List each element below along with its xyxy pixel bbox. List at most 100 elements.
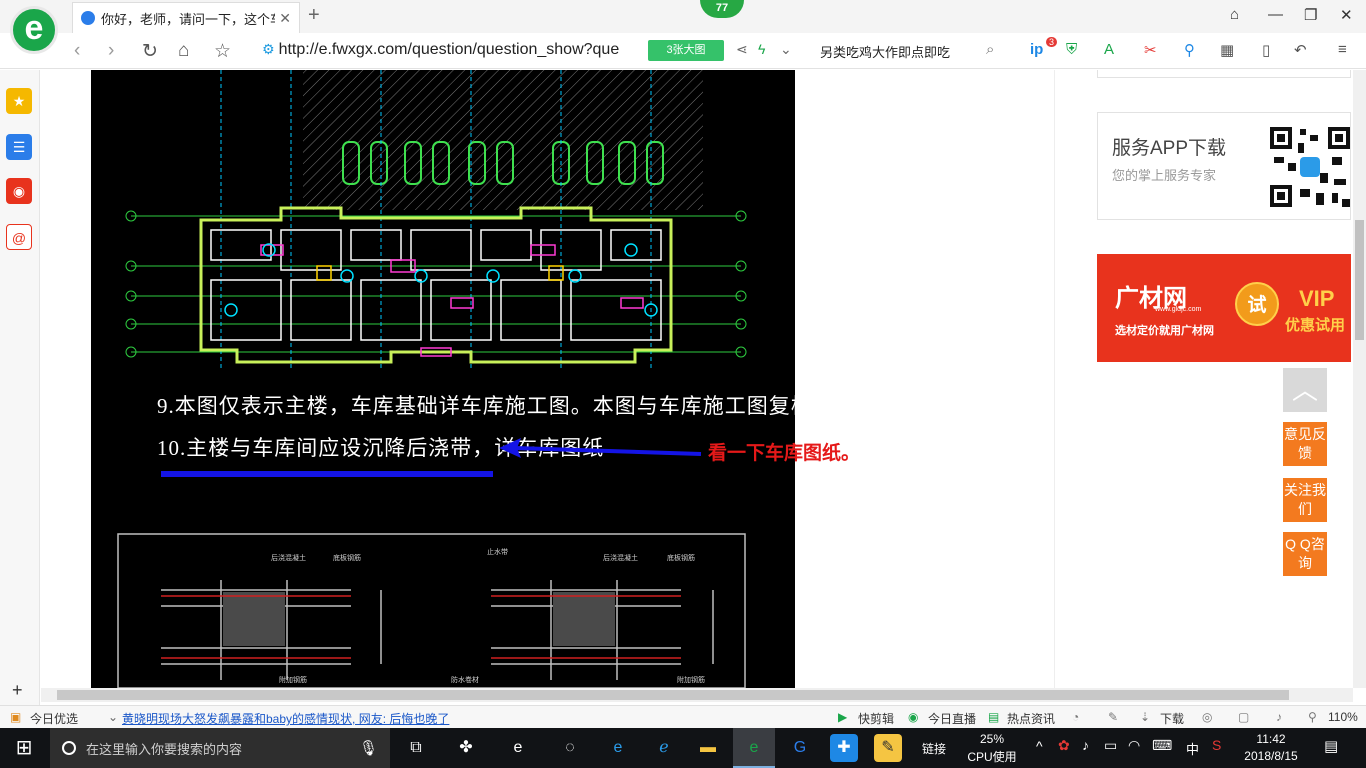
quick-clip-link[interactable]: 快剪辑 <box>858 710 894 727</box>
new-tab-button[interactable]: + <box>308 4 320 27</box>
fan-app-icon[interactable]: ✤ <box>452 734 480 762</box>
magnifier-icon[interactable]: ⚲ <box>1184 41 1195 59</box>
download-link[interactable]: 下载 <box>1160 710 1184 727</box>
ad-vip-label: VIP <box>1299 286 1335 311</box>
cad-note-9: 9.本图仅表示主楼，车库基础详车库施工图。本图与车库施工图复核无误后方可施工。 <box>157 394 795 418</box>
ime-indicator[interactable]: 中 <box>1186 739 1199 758</box>
wifi-icon[interactable]: ◠ <box>1128 737 1140 754</box>
link-label[interactable]: 链接 <box>922 740 946 757</box>
tools-icon[interactable]: ✎ <box>1108 710 1118 724</box>
extension-ip-icon[interactable]: ip <box>1030 41 1043 58</box>
score-badge[interactable]: 77 <box>700 0 744 18</box>
shirt-skin-icon[interactable]: ⌂ <box>1230 6 1239 23</box>
ad-slogan: 选材定价就用广材网 <box>1115 325 1214 337</box>
clock-date[interactable]: 2018/8/15 <box>1240 749 1302 763</box>
apps-grid-icon[interactable]: ▦ <box>1220 41 1234 59</box>
home-icon[interactable]: ⌂ <box>178 40 189 62</box>
internet-explorer-icon[interactable]: ℯ <box>650 734 678 762</box>
status-bar: ▣ 今日优选 ⌄ 黄晓明现场大怒发飙暴露和baby的感情现状, 网友: 后悔也晚… <box>0 705 1366 728</box>
action-center-icon[interactable]: ▤ <box>1324 737 1338 755</box>
close-window-icon[interactable]: ✕ <box>1340 6 1353 24</box>
gift-icon[interactable]: ▣ <box>10 710 21 724</box>
undo-icon[interactable]: ↶ <box>1294 41 1307 59</box>
back-icon[interactable]: ‹ <box>74 40 80 62</box>
weibo-icon[interactable]: ◉ <box>6 178 32 204</box>
taskbar-search-placeholder: 在这里输入你要搜索的内容 <box>86 741 243 757</box>
live-icon[interactable]: ◉ <box>908 710 918 724</box>
menu-icon[interactable]: ≡ <box>1338 41 1347 58</box>
quick-clip-icon[interactable]: ▶ <box>838 710 847 724</box>
qq-consult-button[interactable]: Q Q咨询 <box>1283 532 1327 576</box>
feedback-button[interactable]: 意见反馈 <box>1283 422 1327 466</box>
chat-app-icon[interactable]: ◌ <box>556 734 584 762</box>
ie-browser-icon[interactable]: e <box>504 734 532 762</box>
back-to-top-button[interactable]: ︿ <box>1283 368 1327 412</box>
cpu-percent: 25% <box>979 732 1005 746</box>
windows-start-icon[interactable]: ⊞ <box>10 734 38 762</box>
news-headline-link[interactable]: 黄晓明现场大怒发飙暴露和baby的感情现状, 网友: 后悔也晚了 <box>122 710 449 727</box>
browser-2345-icon[interactable]: e <box>740 734 768 762</box>
email-icon[interactable]: @ <box>6 224 32 250</box>
speed-icon[interactable]: ◔ <box>1072 710 1079 724</box>
address-bar[interactable]: ⚙ http://e.fwxgx.com/question/question_sh… <box>262 41 619 59</box>
horizontal-scrollbar[interactable] <box>41 688 1353 702</box>
search-suggestion[interactable]: 另类吃鸡大作即点即吃 <box>820 42 950 61</box>
chevron-down-icon[interactable]: ⌄ <box>780 41 792 58</box>
translate-icon[interactable]: A <box>1104 41 1114 58</box>
large-image-button[interactable]: 3张大图 <box>648 40 724 61</box>
hot-news-icon[interactable]: ▤ <box>988 710 999 724</box>
clock-time[interactable]: 11:42 <box>1246 732 1296 746</box>
task-view-icon[interactable]: ⧉ <box>402 734 430 762</box>
taskbar-search-box[interactable]: 在这里输入你要搜索的内容 🎙 <box>50 728 390 768</box>
keyboard-icon[interactable]: ⌨ <box>1152 737 1172 754</box>
browser-tab[interactable]: 你好，老师，请问一下，这个车 ✕ <box>72 2 300 33</box>
detail-label-3: 附加钢筋 <box>279 675 307 684</box>
microphone-icon[interactable]: 🎙 <box>359 739 378 757</box>
reading-list-icon[interactable]: ☰ <box>6 134 32 160</box>
phone-icon[interactable]: ▯ <box>1262 41 1270 59</box>
vertical-scroll-thumb[interactable] <box>1355 220 1364 340</box>
hot-news-link[interactable]: 热点资讯 <box>1007 710 1055 727</box>
cad-drawing-image: 后浇混凝土 底板钢筋 附加钢筋 止水带 后浇混凝土 底板钢筋 防水卷材 附加钢筋… <box>91 70 795 688</box>
restore-icon[interactable]: ❐ <box>1304 6 1317 24</box>
search-icon[interactable]: ⌕ <box>986 41 994 58</box>
g-app-icon[interactable]: G <box>786 734 814 762</box>
window-icon[interactable]: ▢ <box>1238 710 1249 724</box>
lightning-icon[interactable]: ϟ <box>758 41 765 57</box>
tray-chevron-up-icon[interactable]: ^ <box>1036 738 1043 754</box>
live-link[interactable]: 今日直播 <box>928 710 976 727</box>
app-download-card[interactable]: 服务APP下载 您的掌上服务专家 <box>1097 112 1351 220</box>
settings-icon[interactable]: ◎ <box>1202 710 1212 724</box>
detail-label-4: 止水带 <box>487 547 508 556</box>
notification-bell-icon[interactable]: ♪ <box>1082 737 1089 753</box>
vertical-scrollbar[interactable] <box>1353 70 1366 688</box>
file-explorer-icon[interactable]: ▬ <box>694 734 722 762</box>
favorite-star-icon[interactable]: ☆ <box>214 40 231 63</box>
gldjc-advertisement[interactable]: 广材网 www.gldjc.com 选材定价就用广材网 试 VIP 优惠试用 <box>1097 254 1351 362</box>
chevron-down-icon[interactable]: ⌄ <box>108 710 118 724</box>
share-icon[interactable]: ⋖ <box>736 41 748 58</box>
favorites-star-icon[interactable]: ★ <box>6 88 32 114</box>
download-icon[interactable]: ⇣ <box>1140 710 1150 724</box>
plus-app-icon[interactable]: ✚ <box>830 734 858 762</box>
edge-browser-icon[interactable]: e <box>604 734 632 762</box>
browser-logo[interactable]: e <box>10 6 58 54</box>
close-tab-icon[interactable]: ✕ <box>279 10 291 27</box>
forward-icon[interactable]: › <box>108 40 114 62</box>
add-sidebar-item-icon[interactable]: + <box>12 680 23 701</box>
notes-app-icon[interactable]: ✎ <box>874 734 902 762</box>
follow-us-button[interactable]: 关注我们 <box>1283 478 1327 522</box>
minimize-icon[interactable]: — <box>1268 6 1283 23</box>
shield-icon[interactable]: ⛨ <box>1066 41 1077 58</box>
daily-pick-link[interactable]: 今日优选 <box>30 710 78 727</box>
speaker-icon[interactable]: ♪ <box>1276 710 1282 724</box>
zoom-icon[interactable]: ⚲ <box>1308 710 1317 724</box>
battery-icon[interactable]: ▭ <box>1104 737 1117 754</box>
site-info-icon[interactable]: ⚙ <box>262 41 275 57</box>
flower-tray-icon[interactable]: ✿ <box>1058 737 1070 754</box>
sogou-ime-icon[interactable]: S <box>1212 737 1221 753</box>
scissors-icon[interactable]: ✂ <box>1144 41 1157 59</box>
zoom-level[interactable]: 110% <box>1328 710 1358 724</box>
horizontal-scroll-thumb[interactable] <box>57 690 1289 700</box>
refresh-icon[interactable]: ↻ <box>142 40 158 63</box>
